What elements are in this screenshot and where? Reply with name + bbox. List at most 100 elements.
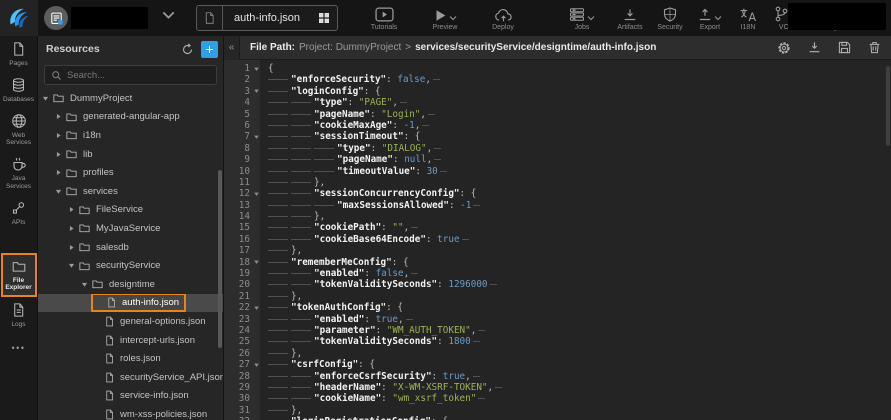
folder-icon bbox=[52, 92, 65, 104]
code-line: 7"sessionTimeout": { bbox=[224, 131, 891, 142]
tree-row-wm-xss-policies-json[interactable]: wm-xss-policies.json bbox=[38, 405, 223, 420]
open-file-tab[interactable]: auth-info.json bbox=[196, 5, 338, 31]
topbar-export-button[interactable]: Export bbox=[690, 0, 730, 36]
rail-item-web-services[interactable]: Web Services bbox=[0, 108, 38, 152]
tree-item-label: service-info.json bbox=[120, 390, 189, 401]
line-number: 4 bbox=[224, 97, 260, 108]
tree-row-auth-info-json[interactable]: auth-info.json bbox=[38, 294, 223, 313]
add-resource-button[interactable]: + bbox=[201, 41, 218, 58]
code-editor[interactable]: 1{2"enforceSecurity": false,3"loginConfi… bbox=[224, 60, 891, 420]
arrow-expanded-icon[interactable] bbox=[55, 188, 65, 195]
tree-row-dummyproject[interactable]: DummyProject bbox=[38, 89, 223, 108]
svg-text:A: A bbox=[748, 11, 756, 22]
topbar-item-label: I18N bbox=[741, 24, 756, 31]
grid-icon[interactable] bbox=[311, 6, 337, 30]
refresh-icon[interactable] bbox=[181, 43, 194, 56]
project-chevron-down-icon[interactable] bbox=[162, 11, 175, 19]
fold-arrow-icon[interactable] bbox=[253, 66, 260, 72]
settings-icon[interactable] bbox=[777, 41, 791, 55]
arrow-collapsed-icon[interactable] bbox=[55, 151, 65, 158]
topbar-security-button[interactable]: Security bbox=[650, 0, 690, 36]
tree-item-label: services bbox=[83, 186, 118, 197]
tree-row-service-info-json[interactable]: service-info.json bbox=[38, 387, 223, 406]
line-number: 5 bbox=[224, 109, 260, 120]
tree-row-generated-angular-app[interactable]: generated-angular-app bbox=[38, 108, 223, 127]
fold-arrow-icon[interactable] bbox=[253, 88, 260, 94]
tree-row-services[interactable]: services bbox=[38, 182, 223, 201]
tree-row-securityservice-api-json[interactable]: securityService_API.json bbox=[38, 368, 223, 387]
tree-row-i18n[interactable]: i18n bbox=[38, 126, 223, 145]
project-avatar[interactable] bbox=[44, 6, 68, 30]
file-icon bbox=[104, 334, 115, 347]
arrow-collapsed-icon[interactable] bbox=[68, 225, 78, 232]
line-number: 29 bbox=[224, 382, 260, 393]
tree-row-profiles[interactable]: profiles bbox=[38, 163, 223, 182]
code-line: 29"headerName": "X-WM-XSRF-TOKEN", bbox=[224, 382, 891, 393]
arrow-collapsed-icon[interactable] bbox=[55, 113, 65, 120]
code-line: 17}, bbox=[224, 245, 891, 256]
arrow-collapsed-icon[interactable] bbox=[68, 244, 78, 251]
tree-row-myjavaservice[interactable]: MyJavaService bbox=[38, 219, 223, 238]
code-line: 12"sessionConcurrencyConfig": { bbox=[224, 188, 891, 199]
folder-icon bbox=[78, 260, 91, 272]
translate-icon: A bbox=[739, 7, 758, 22]
tree-row-fileservice[interactable]: FileService bbox=[38, 201, 223, 220]
tree-row-roles-json[interactable]: roles.json bbox=[38, 349, 223, 368]
download-icon[interactable] bbox=[808, 41, 821, 54]
arrow-expanded-icon[interactable] bbox=[42, 95, 52, 102]
arrow-collapsed-icon[interactable] bbox=[55, 132, 65, 139]
topbar: auth-info.json TutorialsPreviewDeploy Job… bbox=[0, 0, 891, 36]
fold-arrow-icon[interactable] bbox=[253, 191, 260, 197]
fold-arrow-icon[interactable] bbox=[253, 259, 260, 265]
file-icon bbox=[197, 6, 223, 30]
folder-icon bbox=[65, 185, 78, 197]
arrow-collapsed-icon[interactable] bbox=[55, 169, 65, 176]
tree-row-general-options-json[interactable]: general-options.json bbox=[38, 312, 223, 331]
line-number: 32 bbox=[224, 416, 260, 420]
folder-icon bbox=[65, 129, 78, 141]
rail-more-button[interactable]: ••• bbox=[12, 343, 26, 353]
resources-title: Resources bbox=[46, 43, 181, 55]
topbar-jobs-button[interactable]: Jobs bbox=[554, 0, 610, 36]
folder-icon bbox=[91, 278, 104, 290]
rail-item-logs[interactable]: Logs bbox=[0, 297, 38, 333]
app-logo[interactable] bbox=[0, 0, 38, 36]
rail-item-file-explorer[interactable]: File Explorer bbox=[1, 253, 37, 298]
tree-row-intercept-urls-json[interactable]: intercept-urls.json bbox=[38, 331, 223, 350]
code-line: 26}, bbox=[224, 348, 891, 359]
topbar-artifacts-button[interactable]: Artifacts bbox=[610, 0, 650, 36]
video-icon bbox=[375, 7, 394, 22]
rail-item-label: Web Services bbox=[0, 132, 38, 148]
app-window: auth-info.json TutorialsPreviewDeploy Job… bbox=[0, 0, 891, 420]
topbar-deploy-button[interactable]: Deploy bbox=[474, 0, 532, 36]
tree-row-designtime[interactable]: designtime bbox=[38, 275, 223, 294]
branch-icon bbox=[774, 6, 788, 22]
line-number: 20 bbox=[224, 279, 260, 290]
collapse-panel-button[interactable]: « bbox=[224, 36, 240, 60]
save-icon[interactable] bbox=[838, 41, 851, 54]
arrow-expanded-icon[interactable] bbox=[81, 281, 91, 288]
topbar-tutorials-button[interactable]: Tutorials bbox=[352, 0, 416, 36]
tree-row-lib[interactable]: lib bbox=[38, 145, 223, 164]
tree-row-securityservice[interactable]: securityService bbox=[38, 256, 223, 275]
fold-arrow-icon[interactable] bbox=[253, 305, 260, 311]
arrow-expanded-icon[interactable] bbox=[68, 262, 78, 269]
code-line: 9"pageName": null, bbox=[224, 154, 891, 165]
fold-arrow-icon[interactable] bbox=[253, 362, 260, 368]
editor-scrollbar[interactable] bbox=[886, 66, 890, 146]
topbar-preview-button[interactable]: Preview bbox=[416, 0, 474, 36]
topbar-item-label: Artifacts bbox=[617, 24, 642, 31]
delete-icon[interactable] bbox=[868, 41, 881, 54]
arrow-collapsed-icon[interactable] bbox=[68, 206, 78, 213]
redacted-region bbox=[788, 3, 886, 30]
resource-search-input[interactable]: Search... bbox=[44, 65, 217, 85]
rail-item-databases[interactable]: Databases bbox=[0, 72, 38, 108]
tree-item-label: MyJavaService bbox=[96, 223, 160, 234]
rail-item-apis[interactable]: APIs bbox=[0, 195, 38, 231]
topbar-i18n-button[interactable]: A I18N bbox=[730, 0, 766, 36]
rail-item-java-services[interactable]: Java Services bbox=[0, 151, 38, 195]
fold-arrow-icon[interactable] bbox=[253, 134, 260, 140]
rail-item-pages[interactable]: Pages bbox=[0, 36, 38, 72]
tree-row-salesdb[interactable]: salesdb bbox=[38, 238, 223, 257]
tree-scrollbar[interactable] bbox=[218, 170, 222, 348]
